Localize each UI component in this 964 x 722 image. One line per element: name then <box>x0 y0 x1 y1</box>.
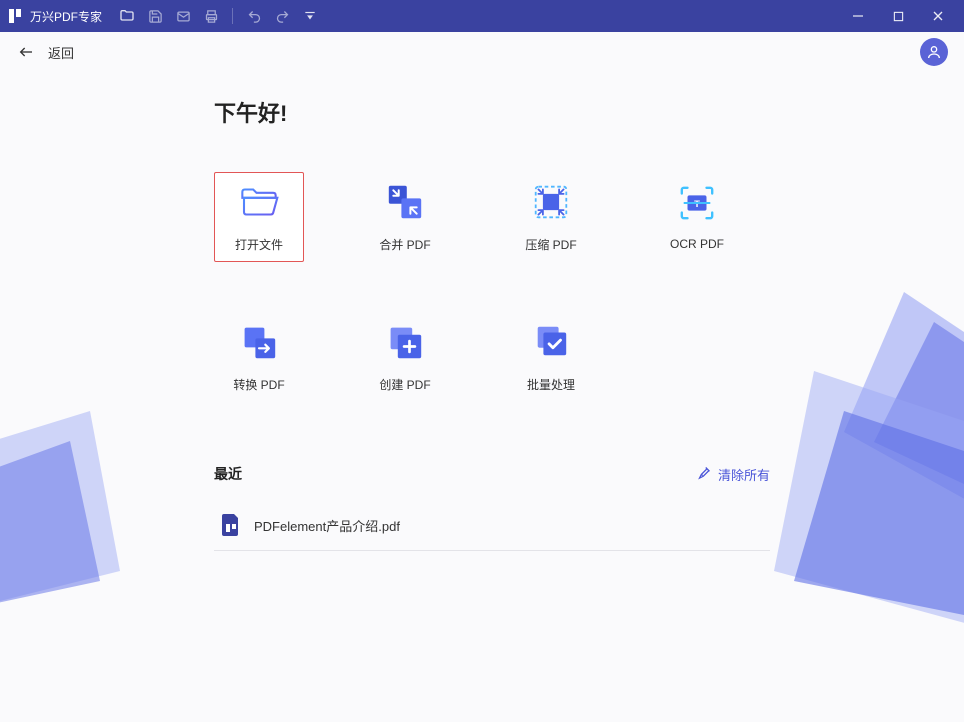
decor-shape-br <box>774 371 964 631</box>
action-grid-row2: 转换 PDF 创建 PDF <box>214 312 770 402</box>
convert-pdf-card[interactable]: 转换 PDF <box>214 312 304 402</box>
window-maximize-button[interactable] <box>878 0 918 32</box>
create-icon <box>385 322 425 362</box>
create-pdf-card[interactable]: 创建 PDF <box>360 312 450 402</box>
batch-label: 批量处理 <box>527 376 575 393</box>
action-grid-row1: 打开文件 合并 PDF <box>214 172 770 262</box>
recent-header: 最近 清除所有 <box>214 464 770 484</box>
convert-pdf-label: 转换 PDF <box>233 376 284 393</box>
print-icon[interactable] <box>198 3 224 29</box>
ocr-pdf-card[interactable]: T OCR PDF <box>652 172 742 262</box>
recent-list: PDFelement产品介绍.pdf <box>214 508 770 551</box>
clear-all-button[interactable]: 清除所有 <box>697 465 770 484</box>
window-minimize-button[interactable] <box>838 0 878 32</box>
open-file-label: 打开文件 <box>235 236 283 253</box>
subbar: 返回 <box>0 32 964 72</box>
recent-title: 最近 <box>214 464 242 484</box>
folder-open-icon <box>239 182 279 222</box>
decor-shape-bl <box>0 411 120 611</box>
app-title: 万兴PDF专家 <box>30 8 102 25</box>
back-button[interactable]: 返回 <box>16 43 74 62</box>
recent-file-item[interactable]: PDFelement产品介绍.pdf <box>214 508 770 542</box>
content-area: 下午好! 打开文件 <box>0 72 964 551</box>
toolbar-icons <box>114 3 323 29</box>
open-file-card[interactable]: 打开文件 <box>214 172 304 262</box>
pdf-file-icon <box>222 514 242 536</box>
back-label: 返回 <box>48 43 74 62</box>
open-icon[interactable] <box>114 3 140 29</box>
undo-icon[interactable] <box>241 3 267 29</box>
convert-icon <box>239 322 279 362</box>
greeting-title: 下午好! <box>214 96 770 128</box>
merge-pdf-label: 合并 PDF <box>379 236 430 253</box>
ocr-icon: T <box>677 183 717 223</box>
app-logo-icon <box>6 7 24 25</box>
mail-icon[interactable] <box>170 3 196 29</box>
svg-text:T: T <box>694 199 700 210</box>
save-icon[interactable] <box>142 3 168 29</box>
batch-icon <box>531 322 571 362</box>
dropdown-icon[interactable] <box>297 3 323 29</box>
compress-pdf-label: 压缩 PDF <box>525 236 576 253</box>
ocr-pdf-label: OCR PDF <box>670 237 724 251</box>
batch-card[interactable]: 批量处理 <box>506 312 596 402</box>
recent-file-name: PDFelement产品介绍.pdf <box>254 516 400 535</box>
merge-pdf-card[interactable]: 合并 PDF <box>360 172 450 262</box>
redo-icon[interactable] <box>269 3 295 29</box>
window-close-button[interactable] <box>918 0 958 32</box>
clear-all-label: 清除所有 <box>718 465 770 484</box>
user-avatar-button[interactable] <box>920 38 948 66</box>
titlebar: 万兴PDF专家 <box>0 0 964 32</box>
compress-pdf-card[interactable]: 压缩 PDF <box>506 172 596 262</box>
create-pdf-label: 创建 PDF <box>379 376 430 393</box>
merge-icon <box>385 182 425 222</box>
app-logo-group: 万兴PDF专家 <box>6 7 114 25</box>
compress-icon <box>531 182 571 222</box>
toolbar-divider <box>232 8 233 24</box>
decor-shape-tr <box>844 292 964 532</box>
broom-icon <box>697 465 712 483</box>
